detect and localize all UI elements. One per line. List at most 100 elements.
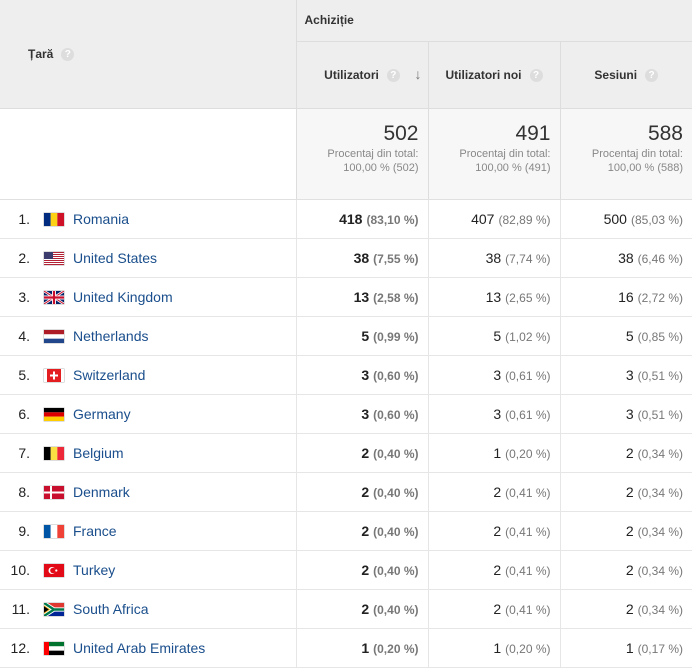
country-link[interactable]: Romania bbox=[73, 211, 129, 227]
ae-flag-icon bbox=[44, 641, 64, 655]
country-column-header[interactable]: Țară? bbox=[0, 0, 296, 109]
new-users-value: 13 bbox=[485, 288, 502, 305]
table-row: 4. Netherlands 5 (0,99 %) 5 (1,02 %) 5 (0,85 %) bbox=[0, 316, 692, 356]
users-cell: 1 (0,20 %) bbox=[295, 628, 428, 668]
new-users-cell: 407 (82,89 %) bbox=[427, 199, 560, 239]
new-users-cell: 1 (0,20 %) bbox=[427, 433, 560, 473]
new-users-cell: 38 (7,74 %) bbox=[427, 238, 560, 278]
users-cell: 3 (0,60 %) bbox=[295, 394, 428, 434]
users-cell: 13 (2,58 %) bbox=[295, 277, 428, 317]
country-link[interactable]: Turkey bbox=[73, 562, 115, 578]
new-users-value: 38 bbox=[485, 249, 502, 266]
help-icon[interactable]: ? bbox=[529, 68, 543, 82]
country-link[interactable]: Denmark bbox=[73, 484, 130, 500]
sessions-value: 5 bbox=[625, 327, 634, 344]
fr-flag-icon bbox=[44, 524, 64, 538]
country-cell: 7. Belgium bbox=[0, 433, 296, 473]
sessions-percent: (0,34 %) bbox=[637, 602, 683, 617]
sessions-value: 2 bbox=[625, 483, 634, 500]
users-value: 13 bbox=[353, 288, 370, 305]
sessions-percent: (0,85 %) bbox=[637, 329, 683, 344]
sessions-cell: 3 (0,51 %) bbox=[559, 355, 692, 395]
sessions-header-label: Sesiuni bbox=[594, 67, 638, 82]
users-percent: (0,20 %) bbox=[373, 641, 419, 656]
users-total: 502 Procentaj din total: 100,00 % (502) bbox=[295, 108, 428, 200]
row-index: 2. bbox=[18, 249, 30, 266]
new-users-percent: (0,61 %) bbox=[505, 407, 551, 422]
help-icon[interactable]: ? bbox=[386, 68, 400, 82]
sessions-value: 2 bbox=[625, 522, 634, 539]
country-link[interactable]: Belgium bbox=[73, 445, 124, 461]
country-cell: 6. Germany bbox=[0, 394, 296, 434]
sessions-value: 16 bbox=[618, 288, 634, 305]
country-report-table: Țară? Achiziție Utilizatori? ↓ Utilizato… bbox=[0, 0, 692, 668]
users-value: 2 bbox=[361, 483, 370, 500]
country-cell: 11. South Africa bbox=[0, 589, 296, 629]
sessions-percent: (85,03 %) bbox=[630, 212, 683, 227]
users-value: 2 bbox=[361, 561, 370, 578]
country-cell: 5. Switzerland bbox=[0, 355, 296, 395]
sessions-value: 3 bbox=[625, 366, 634, 383]
totals-label-cell bbox=[0, 108, 296, 200]
users-percent: (0,40 %) bbox=[373, 563, 419, 578]
country-link[interactable]: United Kingdom bbox=[73, 289, 173, 305]
new-users-percent: (0,41 %) bbox=[505, 602, 551, 617]
country-cell: 10. Turkey bbox=[0, 550, 296, 590]
new-users-cell: 1 (0,20 %) bbox=[427, 628, 560, 668]
country-link[interactable]: France bbox=[73, 523, 117, 539]
table-row: 8. Denmark 2 (0,40 %) 2 (0,41 %) 2 (0,34 %) bbox=[0, 472, 692, 512]
country-link[interactable]: Switzerland bbox=[73, 367, 145, 383]
table-row: 12. United Arab Emirates 1 (0,20 %) 1 (0,20 %… bbox=[0, 628, 692, 668]
new-users-total: 491 Procentaj din total: 100,00 % (491) bbox=[427, 108, 560, 200]
table-row: 11. South Africa 2 (0,40 %) 2 (0,41 %) 2 (0,34 … bbox=[0, 589, 692, 629]
sort-descending-icon[interactable]: ↓ bbox=[415, 66, 422, 82]
sessions-value: 3 bbox=[625, 405, 634, 422]
users-percent: (7,55 %) bbox=[373, 251, 419, 266]
sessions-cell: 2 (0,34 %) bbox=[559, 589, 692, 629]
sessions-value: 2 bbox=[625, 444, 634, 461]
country-link[interactable]: United States bbox=[73, 250, 157, 266]
users-percent: (83,10 %) bbox=[366, 212, 419, 227]
totals-row: 502 Procentaj din total: 100,00 % (502) … bbox=[0, 108, 692, 200]
country-link[interactable]: United Arab Emirates bbox=[73, 640, 205, 656]
sessions-percent: (0,51 %) bbox=[637, 368, 683, 383]
country-cell: 12. United Arab Emirates bbox=[0, 628, 296, 668]
new-users-percent: (0,20 %) bbox=[505, 641, 551, 656]
sessions-percent: (0,17 %) bbox=[637, 641, 683, 656]
sessions-value: 2 bbox=[625, 600, 634, 617]
new-users-column-header[interactable]: Utilizatori noi? bbox=[427, 41, 560, 109]
users-value: 2 bbox=[361, 444, 370, 461]
sessions-column-header[interactable]: Sesiuni? bbox=[559, 41, 692, 109]
users-column-header[interactable]: Utilizatori? ↓ bbox=[295, 41, 428, 109]
users-cell: 2 (0,40 %) bbox=[295, 511, 428, 551]
new-users-cell: 3 (0,61 %) bbox=[427, 394, 560, 434]
help-icon[interactable]: ? bbox=[645, 68, 659, 82]
country-link[interactable]: Netherlands bbox=[73, 328, 149, 344]
users-cell: 2 (0,40 %) bbox=[295, 472, 428, 512]
country-cell: 1. Romania bbox=[0, 199, 296, 239]
sessions-cell: 2 (0,34 %) bbox=[559, 550, 692, 590]
users-value: 3 bbox=[361, 405, 370, 422]
new-users-value: 1 bbox=[493, 639, 502, 656]
ch-flag-icon bbox=[44, 368, 64, 382]
table-row: 9. France 2 (0,40 %) 2 (0,41 %) 2 (0,34 %) bbox=[0, 511, 692, 551]
sessions-percent: (0,34 %) bbox=[637, 485, 683, 500]
sessions-value: 1 bbox=[625, 639, 634, 656]
sessions-percent: (2,72 %) bbox=[637, 290, 683, 305]
sessions-percent: (6,46 %) bbox=[637, 251, 683, 266]
tr-flag-icon bbox=[44, 563, 64, 577]
new-users-percent: (0,61 %) bbox=[505, 368, 551, 383]
new-users-percent: (2,65 %) bbox=[505, 290, 551, 305]
table-row: 7. Belgium 2 (0,40 %) 1 (0,20 %) 2 (0,34 %) bbox=[0, 433, 692, 473]
new-users-value: 3 bbox=[493, 366, 502, 383]
table-row: 5. Switzerland 3 (0,60 %) 3 (0,61 %) 3 (0,51 %) bbox=[0, 355, 692, 395]
new-users-value: 2 bbox=[493, 522, 502, 539]
country-link[interactable]: South Africa bbox=[73, 601, 149, 617]
row-index: 6. bbox=[18, 405, 30, 422]
help-icon[interactable]: ? bbox=[61, 47, 75, 61]
country-link[interactable]: Germany bbox=[73, 406, 131, 422]
nl-flag-icon bbox=[44, 329, 64, 343]
country-cell: 2. United States bbox=[0, 238, 296, 278]
gb-flag-icon bbox=[43, 289, 65, 305]
row-index: 3. bbox=[18, 288, 30, 305]
